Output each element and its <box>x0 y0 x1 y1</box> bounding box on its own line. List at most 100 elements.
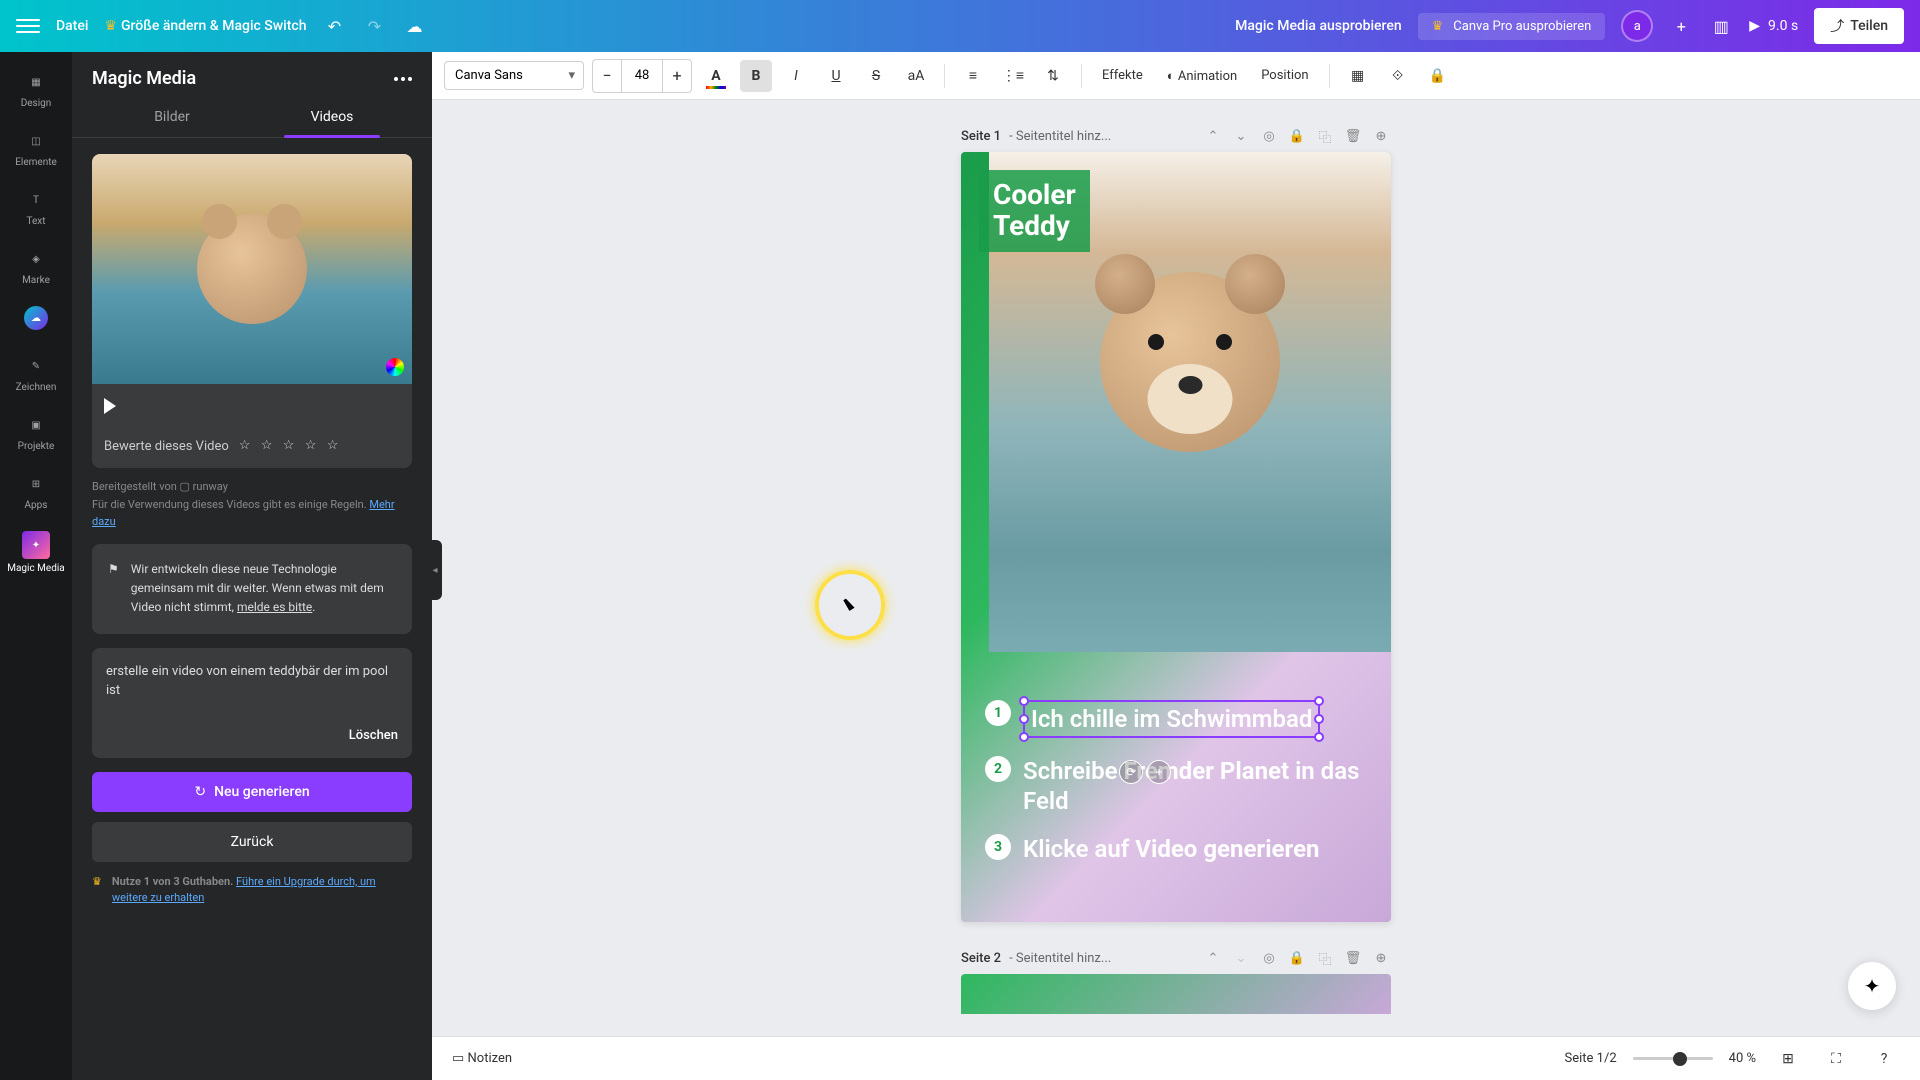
duration-display[interactable]: ▶9.0 s <box>1749 18 1798 34</box>
step-2-text[interactable]: Schreibe Fremder Planet in das Feld <box>1023 756 1367 816</box>
page-up-button[interactable]: ⌃ <box>1203 948 1223 968</box>
tab-videos[interactable]: Videos <box>252 97 412 137</box>
page-1[interactable]: CoolerTeddy 1 Ich chille im Schwimmbad 2… <box>961 152 1391 922</box>
add-user-button[interactable]: + <box>1669 14 1693 38</box>
analytics-button[interactable]: ▥ <box>1709 14 1733 38</box>
step-badge: 1 <box>985 700 1011 726</box>
tab-images[interactable]: Bilder <box>92 97 252 137</box>
video-thumbnail <box>92 154 412 384</box>
transparency-button[interactable]: ▦ <box>1342 60 1374 92</box>
page-up-button[interactable]: ⌃ <box>1203 126 1223 146</box>
nav-design[interactable]: ▦Design <box>0 60 72 119</box>
star-icon[interactable]: ☆ <box>261 438 277 454</box>
generated-video-card[interactable]: Bewerte dieses Video ☆ ☆ ☆ ☆ ☆ <box>92 154 412 468</box>
delete-page-button[interactable]: 🗑 <box>1343 126 1363 146</box>
strikethrough-button[interactable]: S <box>860 60 892 92</box>
italic-button[interactable]: I <box>780 60 812 92</box>
floating-controls[interactable]: ⟳ + <box>1119 760 1171 784</box>
rating-label: Bewerte dieses Video <box>104 439 229 454</box>
align-button[interactable]: ≡ <box>957 60 989 92</box>
text-color-button[interactable]: A <box>700 60 732 92</box>
generate-button[interactable]: ↻ Neu generieren <box>92 772 412 812</box>
doc-title[interactable]: Magic Media ausprobieren <box>1235 18 1401 34</box>
play-button[interactable] <box>92 384 412 428</box>
step-3-text[interactable]: Klicke auf Video generieren <box>1023 834 1319 864</box>
position-button[interactable]: Position <box>1253 68 1316 83</box>
nav-draw[interactable]: ✎Zeichnen <box>0 344 72 403</box>
report-link[interactable]: melde es bitte <box>237 600 312 614</box>
list-button[interactable]: ⋮≡ <box>997 60 1029 92</box>
font-size-increase[interactable]: + <box>663 60 691 92</box>
page-counter: Seite 1/2 <box>1565 1051 1617 1066</box>
undo-button[interactable]: ↶ <box>323 14 347 38</box>
page-title-input[interactable]: - Seitentitel hinz... <box>1009 129 1111 144</box>
bold-button[interactable]: B <box>740 60 772 92</box>
duplicate-page-button[interactable]: ⿻ <box>1315 126 1335 146</box>
effects-button[interactable]: Effekte <box>1094 68 1151 83</box>
nav-brand[interactable]: ◈Marke <box>0 237 72 296</box>
nav-text[interactable]: TText <box>0 178 72 237</box>
resize-menu[interactable]: ♛Größe ändern & Magic Switch <box>104 18 306 34</box>
panel-title: Magic Media <box>92 68 196 89</box>
font-select[interactable]: Canva Sans <box>444 61 584 90</box>
page-title-input[interactable]: - Seitentitel hinz... <box>1009 951 1111 966</box>
hide-page-button[interactable]: ◎ <box>1259 126 1279 146</box>
back-button[interactable]: Zurück <box>92 822 412 862</box>
user-avatar[interactable]: a <box>1621 10 1653 42</box>
info-box: ⚑ Wir entwickeln diese neue Technologie … <box>92 544 412 634</box>
step-1-text[interactable]: Ich chille im Schwimmbad <box>1023 700 1320 738</box>
add-icon[interactable]: + <box>1147 760 1171 784</box>
nav-uploads[interactable]: ☁ <box>0 296 72 344</box>
page-1-header: Seite 1 - Seitentitel hinz... ⌃ ⌄ ◎ 🔒 ⿻ … <box>961 120 1391 152</box>
underline-button[interactable]: U <box>820 60 852 92</box>
redo-button[interactable]: ↷ <box>363 14 387 38</box>
text-case-button[interactable]: aA <box>900 60 932 92</box>
hide-page-button[interactable]: ◎ <box>1259 948 1279 968</box>
help-button[interactable]: ? <box>1868 1043 1900 1075</box>
zoom-value[interactable]: 40 % <box>1729 1051 1756 1066</box>
flag-icon: ⚑ <box>108 560 119 618</box>
zoom-slider[interactable] <box>1633 1057 1713 1060</box>
add-page-button[interactable]: ⊕ <box>1371 948 1391 968</box>
page-2-header: Seite 2 - Seitentitel hinz... ⌃ ⌄ ◎ 🔒 ⿻ … <box>961 942 1391 974</box>
grid-view-button[interactable]: ⊞ <box>1772 1043 1804 1075</box>
file-menu[interactable]: Datei <box>56 18 88 34</box>
collapse-panel-button[interactable]: ◂ <box>428 540 442 600</box>
fullscreen-button[interactable]: ⛶ <box>1820 1043 1852 1075</box>
lock-page-button[interactable]: 🔒 <box>1287 948 1307 968</box>
page-down-button[interactable]: ⌄ <box>1231 126 1251 146</box>
nav-magic-media[interactable]: ✦Magic Media <box>0 521 72 584</box>
spacing-button[interactable]: ⇅ <box>1037 60 1069 92</box>
lock-button[interactable]: 🔒 <box>1422 60 1454 92</box>
canvas-area: Canva Sans − + A B I U S aA ≡ ⋮≡ ⇅ Effek… <box>432 52 1920 1080</box>
nav-projects[interactable]: ▣Projekte <box>0 403 72 462</box>
font-size-input[interactable] <box>621 60 663 92</box>
lock-page-button[interactable]: 🔒 <box>1287 126 1307 146</box>
star-icon[interactable]: ☆ <box>327 438 343 454</box>
page-2[interactable] <box>961 974 1391 1014</box>
star-icon[interactable]: ☆ <box>283 438 299 454</box>
panel-menu-button[interactable] <box>394 77 412 81</box>
share-button[interactable]: ⤴ Teilen <box>1814 8 1904 44</box>
animation-button[interactable]: ◐ Animation <box>1159 68 1245 84</box>
title-text-box[interactable]: CoolerTeddy <box>979 170 1090 252</box>
notes-button[interactable]: ▭ Notizen <box>452 1051 512 1066</box>
rating-stars[interactable]: ☆ ☆ ☆ ☆ ☆ <box>239 438 343 454</box>
delete-prompt-button[interactable]: Löschen <box>349 726 398 746</box>
copy-style-button[interactable]: ⟐ <box>1382 60 1414 92</box>
pro-cta-button[interactable]: ♛Canva Pro ausprobieren <box>1418 13 1606 40</box>
nav-apps[interactable]: ⊞Apps <box>0 462 72 521</box>
nav-elements[interactable]: ◫Elemente <box>0 119 72 178</box>
star-icon[interactable]: ☆ <box>305 438 321 454</box>
page-down-button[interactable]: ⌄ <box>1231 948 1251 968</box>
star-icon[interactable]: ☆ <box>239 438 255 454</box>
rotate-icon[interactable]: ⟳ <box>1119 760 1143 784</box>
prompt-textarea[interactable]: erstelle ein video von einem teddybär de… <box>92 648 412 758</box>
assistant-button[interactable]: ✦ <box>1848 962 1896 1010</box>
menu-button[interactable] <box>16 14 40 38</box>
duplicate-page-button[interactable]: ⿻ <box>1315 948 1335 968</box>
cloud-sync-icon: ☁ <box>403 14 427 38</box>
delete-page-button[interactable]: 🗑 <box>1343 948 1363 968</box>
add-page-button[interactable]: ⊕ <box>1371 126 1391 146</box>
font-size-decrease[interactable]: − <box>593 60 621 92</box>
